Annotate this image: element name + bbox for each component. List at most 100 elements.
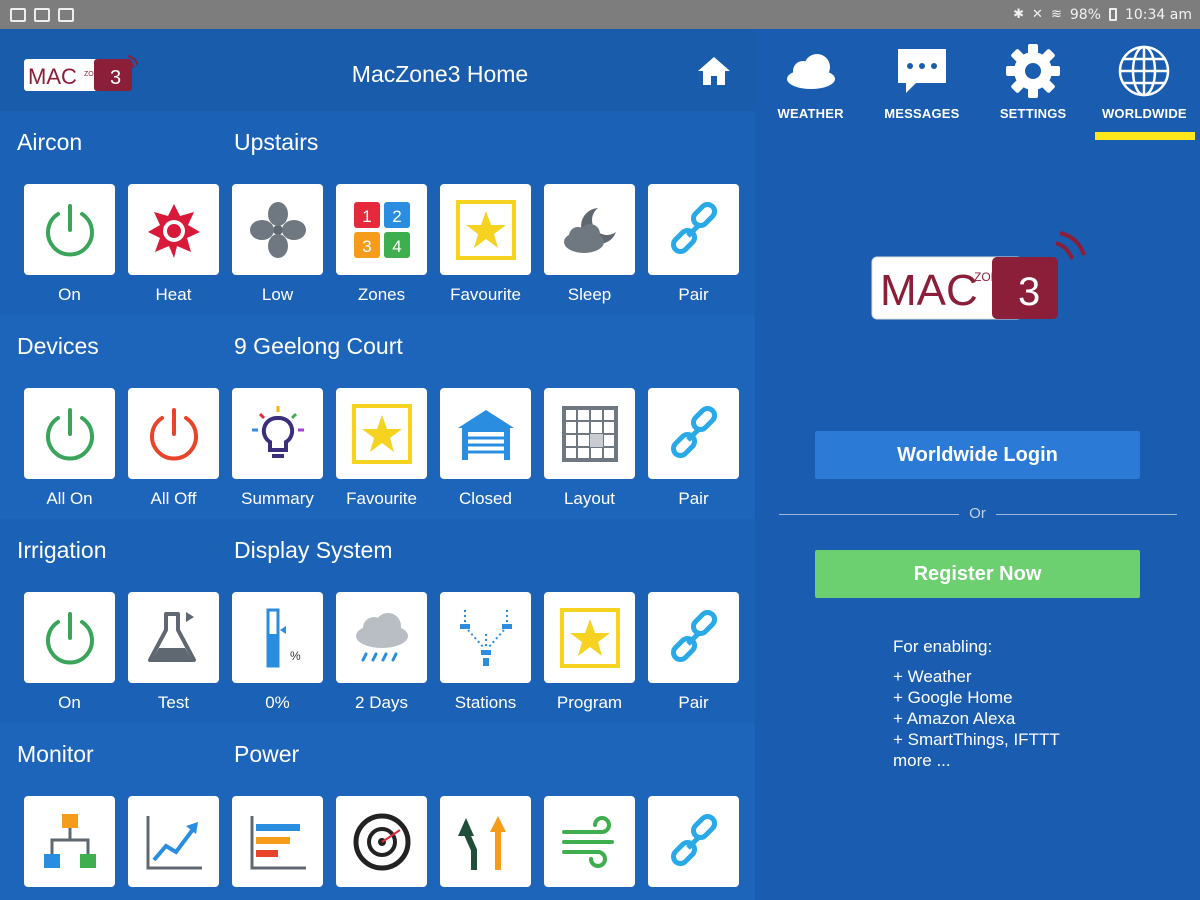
section-devices: Devices 9 Geelong Court All On All Off S… — [0, 315, 755, 519]
nav-label: WORLDWIDE — [1101, 106, 1187, 121]
enabling-list: + Weather + Google Home + Amazon Alexa +… — [893, 666, 1060, 771]
tile-heat[interactable]: Heat — [128, 184, 219, 305]
sprinkler-icon — [459, 609, 512, 666]
tile-label: All Off — [150, 489, 197, 508]
tile-label: Test — [157, 693, 190, 712]
tile-label: 2 Days — [355, 693, 408, 712]
svg-text:3: 3 — [110, 67, 121, 89]
tile-target[interactable] — [336, 796, 427, 897]
power-green-icon — [45, 407, 94, 460]
globe-icon — [1119, 45, 1170, 97]
tile-program[interactable]: Program — [544, 592, 635, 713]
svg-text:ZONE: ZONE — [84, 71, 104, 78]
home-icon[interactable] — [696, 55, 732, 87]
tile-label: On — [58, 693, 81, 712]
selected-tab-indicator — [1095, 132, 1195, 140]
home-panel: MAC ZONE 3 MacZone3 Home Aircon Upstairs… — [0, 29, 755, 900]
maczone3-logo: MAC ZONE 3 — [24, 55, 138, 91]
tile-label: Favourite — [450, 285, 521, 304]
battery-percent: 98% — [1069, 6, 1101, 23]
zone-title: Power — [234, 741, 300, 767]
power-red-icon — [149, 407, 198, 460]
gear-icon — [1006, 44, 1061, 98]
section-title: Aircon — [17, 129, 83, 155]
tile-label: Sleep — [567, 285, 612, 304]
worldwide-login-button[interactable]: Worldwide Login — [815, 431, 1140, 479]
svg-text:MAC: MAC — [880, 266, 978, 315]
email-icon — [34, 7, 50, 22]
nav-label: SETTINGS — [999, 106, 1067, 121]
tile-moisture[interactable]: % 0% — [232, 592, 323, 713]
link-icon — [670, 201, 717, 254]
tile-summary[interactable]: Summary — [232, 388, 323, 509]
maczone3-logo-large: MAC ZONE 3 — [871, 231, 1086, 320]
tile-label: Program — [556, 693, 623, 712]
tile-split[interactable] — [440, 796, 531, 897]
tile-sleep[interactable]: Sleep — [544, 184, 635, 305]
svg-text:MAC: MAC — [28, 64, 77, 89]
tile-all-off[interactable]: All Off — [128, 388, 219, 509]
tile-garage[interactable]: Closed — [440, 388, 531, 509]
star-icon — [351, 403, 412, 464]
tile-favourite[interactable]: Favourite — [336, 388, 427, 509]
tile-all-on[interactable]: All On — [24, 388, 115, 509]
tile-test[interactable]: Test — [128, 592, 219, 713]
tile-pair[interactable]: Pair — [648, 592, 739, 713]
tile-pair[interactable]: Pair — [648, 184, 739, 305]
wifi-icon: ≋ — [1050, 7, 1062, 22]
tile-label: Low — [261, 285, 294, 304]
trend-chart-icon — [146, 815, 202, 869]
network-icon — [43, 813, 96, 868]
link-icon — [670, 813, 717, 866]
nav-messages[interactable]: MESSAGES — [866, 29, 977, 141]
nav-worldwide[interactable]: WORLDWIDE — [1089, 29, 1200, 141]
tile-pair[interactable] — [648, 796, 739, 897]
tile-label: All On — [46, 489, 93, 508]
tile-label: Zones — [357, 285, 406, 304]
nav-settings[interactable]: SETTINGS — [978, 29, 1089, 141]
tile-fan[interactable]: Low — [232, 184, 323, 305]
tile-wind[interactable] — [544, 796, 635, 897]
power-green-icon — [45, 203, 94, 256]
top-nav: WEATHER MESSAGES SETTINGS WORLDWIDE — [755, 29, 1200, 141]
grid-layout-icon — [561, 405, 618, 462]
list-item: more ... — [893, 751, 951, 770]
zone-title: Display System — [234, 537, 393, 563]
tile-pair[interactable]: Pair — [648, 388, 739, 509]
tile-network[interactable] — [24, 796, 115, 897]
tile-label: Heat — [155, 285, 192, 304]
tile-bar-chart[interactable] — [232, 796, 323, 897]
tile-stations[interactable]: Stations — [440, 592, 531, 713]
page-title: MacZone3 Home — [351, 61, 529, 87]
battery-icon — [1108, 8, 1117, 21]
tile-layout[interactable]: Layout — [544, 388, 635, 509]
tile-label: Pair — [678, 489, 709, 508]
tile-label: Pair — [678, 285, 709, 304]
svg-text:1: 1 — [362, 207, 371, 226]
section-title: Devices — [17, 333, 99, 359]
tile-zones[interactable]: 1 2 3 4 Zones — [336, 184, 427, 305]
link-icon — [670, 405, 717, 458]
tile-label: On — [58, 285, 81, 304]
nav-weather[interactable]: WEATHER — [755, 29, 866, 141]
status-bar: ✱ ✕ ≋ 98% 10:34 am — [0, 0, 1200, 29]
tile-label: Summary — [241, 489, 314, 508]
tile-favourite[interactable]: Favourite — [440, 184, 531, 305]
svg-text:2: 2 — [392, 207, 401, 226]
notification-icons — [10, 7, 74, 22]
nav-label: WEATHER — [777, 106, 844, 121]
target-icon — [353, 813, 410, 870]
section-irrigation: Irrigation Display System On Test % 0% 2… — [0, 519, 755, 723]
bluetooth-icon: ✱ — [1013, 7, 1025, 22]
tile-aircon-on[interactable]: On — [24, 184, 115, 305]
tile-rain-delay[interactable]: 2 Days — [336, 592, 427, 713]
enabling-heading: For enabling: — [893, 637, 993, 656]
mute-icon: ✕ — [1032, 7, 1043, 22]
tile-irrigation-on[interactable]: On — [24, 592, 115, 713]
bar-chart-icon — [250, 815, 306, 869]
moisture-gauge-icon: % — [266, 608, 301, 667]
tile-label: Layout — [563, 489, 616, 508]
register-now-button[interactable]: Register Now — [815, 550, 1140, 598]
tile-trend[interactable] — [128, 796, 219, 897]
split-arrow-icon — [457, 815, 506, 870]
